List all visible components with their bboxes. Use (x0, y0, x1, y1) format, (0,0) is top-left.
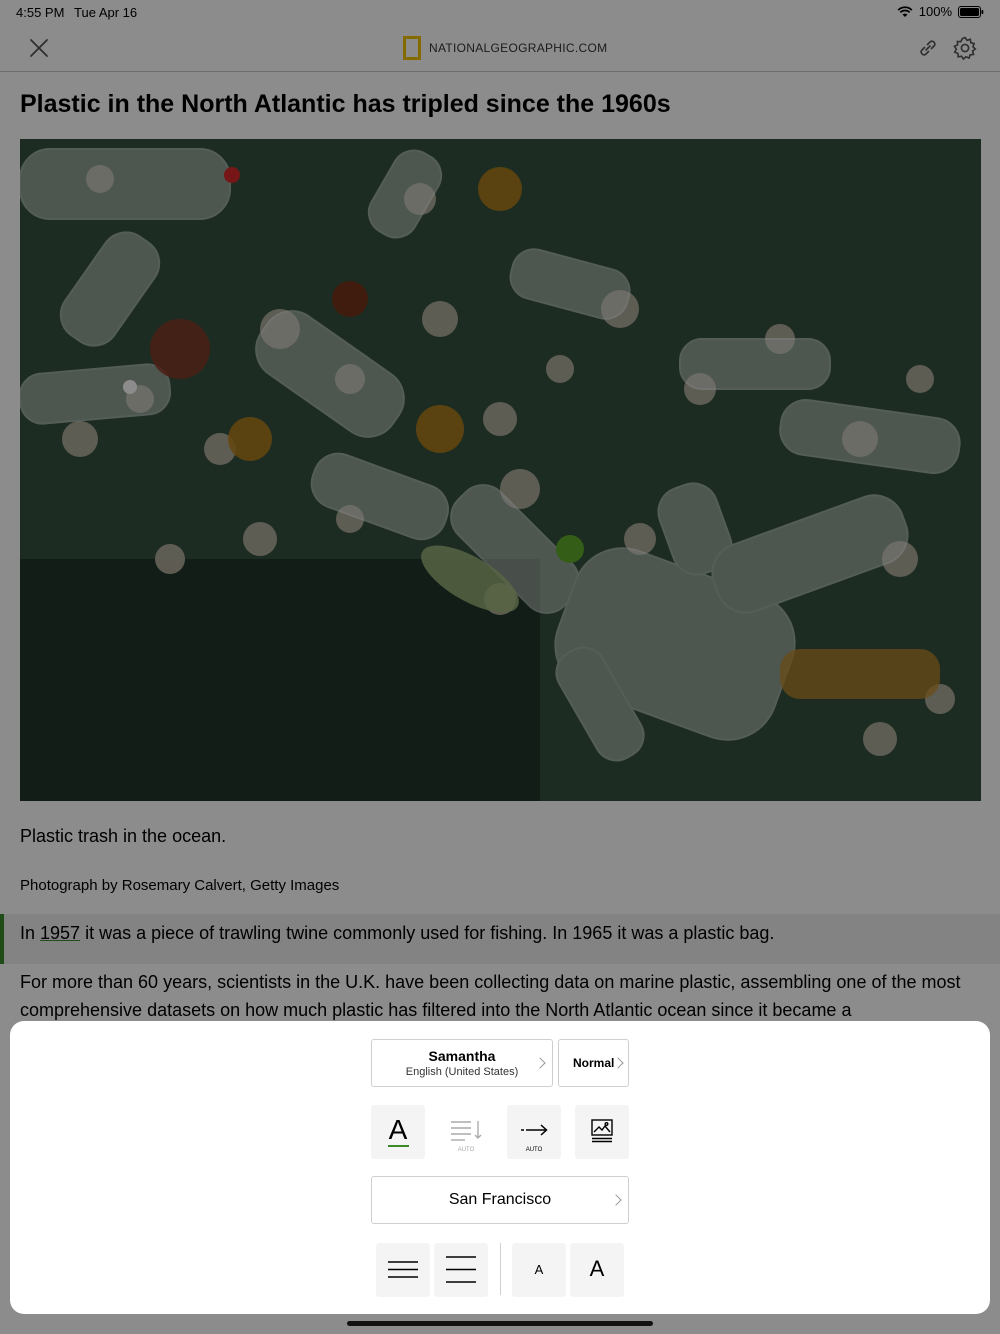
line-spacing-loose-icon (446, 1256, 476, 1283)
highlight-color-button[interactable]: A (371, 1105, 425, 1159)
auto-advance-button[interactable]: AUTO (507, 1105, 561, 1159)
font-color-icon: A (388, 1114, 408, 1145)
voice-selector-button[interactable]: Samantha English (United States) (371, 1039, 553, 1087)
text-larger-label: A (589, 1256, 605, 1281)
auto-scroll-button[interactable]: AUTO (439, 1105, 493, 1159)
font-selector-button[interactable]: San Francisco (371, 1176, 629, 1224)
speed-label: Normal (573, 1056, 615, 1070)
green-underline (388, 1145, 409, 1147)
auto-scroll-tag: AUTO (457, 1147, 475, 1153)
text-smaller-label: A (534, 1262, 544, 1277)
text-larger-button[interactable]: A (570, 1243, 624, 1297)
show-images-button[interactable] (575, 1105, 629, 1159)
voice-language: English (United States) (405, 1066, 519, 1078)
auto-advance-tag: AUTO (525, 1147, 543, 1153)
line-spacing-tight-button[interactable] (376, 1243, 430, 1297)
speed-selector-button[interactable]: Normal (558, 1039, 629, 1087)
font-name: San Francisco (448, 1191, 552, 1208)
home-indicator[interactable] (347, 1321, 653, 1326)
auto-scroll-icon (451, 1119, 483, 1141)
line-spacing-loose-button[interactable] (434, 1243, 488, 1297)
arrow-right-icon (521, 1123, 549, 1137)
line-spacing-tight-icon (388, 1261, 418, 1278)
voice-name: Samantha (428, 1048, 496, 1064)
reader-settings-sheet: Samantha English (United States) Normal … (10, 1021, 990, 1314)
text-smaller-button[interactable]: A (512, 1243, 566, 1297)
image-icon (591, 1119, 613, 1143)
toolbar-divider (500, 1243, 501, 1295)
